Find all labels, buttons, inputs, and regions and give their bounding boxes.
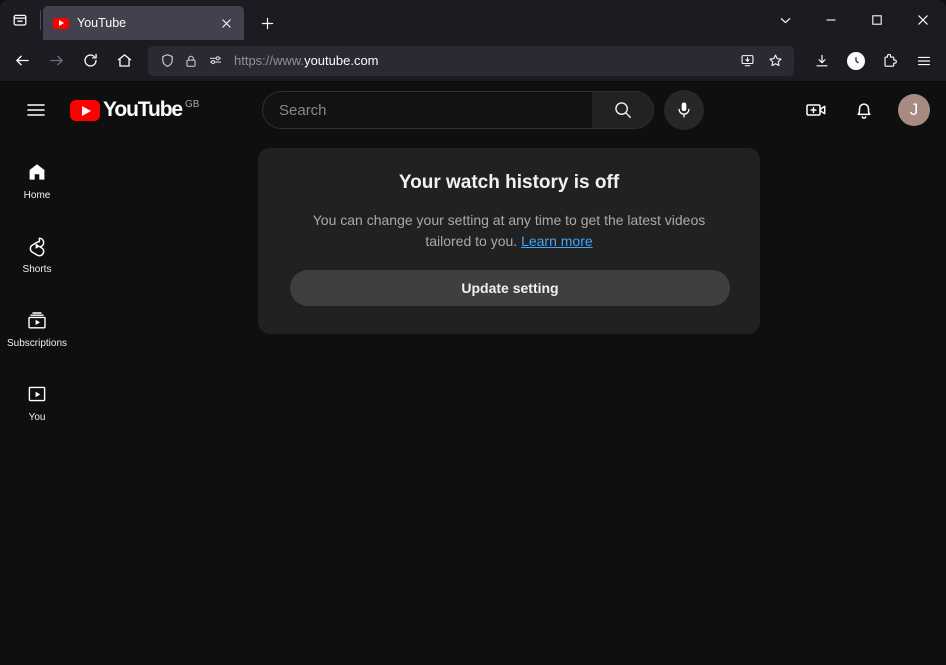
hamburger-menu-icon[interactable] <box>908 45 940 77</box>
new-tab-button[interactable] <box>252 8 282 38</box>
list-all-tabs-button[interactable] <box>768 0 802 40</box>
maximize-window-button[interactable] <box>854 0 900 40</box>
forward-button[interactable] <box>40 45 72 77</box>
youtube-logo-text: YouTube <box>103 98 182 122</box>
avatar[interactable]: J <box>898 94 930 126</box>
firefox-view-button[interactable] <box>0 0 40 40</box>
masthead-end: J <box>796 90 930 130</box>
you-icon <box>25 382 49 406</box>
download-icon[interactable] <box>806 45 838 77</box>
youtube-country-code: GB <box>185 99 199 110</box>
sidebar-item-shorts[interactable]: Shorts <box>0 218 74 292</box>
urlbar-actions <box>734 48 788 74</box>
sidebar-item-label: Home <box>24 190 51 202</box>
home-icon <box>25 160 49 184</box>
sidebar-item-subscriptions[interactable]: Subscriptions <box>0 292 74 366</box>
minimize-window-button[interactable] <box>808 0 854 40</box>
window-controls-group <box>768 0 946 40</box>
youtube-logo[interactable]: YouTube GB <box>70 98 199 122</box>
star-icon[interactable] <box>762 48 788 74</box>
close-window-button[interactable] <box>900 0 946 40</box>
create-video-icon[interactable] <box>796 90 836 130</box>
back-button[interactable] <box>6 45 38 77</box>
youtube-page: YouTube GB <box>0 82 946 665</box>
update-setting-button[interactable]: Update setting <box>290 270 730 306</box>
masthead-start: YouTube GB <box>16 90 216 130</box>
search-area <box>262 90 704 130</box>
sidebar-item-label: Shorts <box>23 264 52 276</box>
learn-more-link[interactable]: Learn more <box>521 233 593 249</box>
url-scheme: https://www. <box>234 53 304 68</box>
sidebar-item-label: You <box>29 412 46 424</box>
reload-button[interactable] <box>74 45 106 77</box>
history-account-icon[interactable] <box>840 45 872 77</box>
clock-icon <box>847 52 865 70</box>
youtube-body: Home Shorts <box>0 138 946 665</box>
tabstrip-divider <box>40 10 41 30</box>
sidebar-item-label: Subscriptions <box>7 338 67 350</box>
youtube-play-icon <box>70 100 100 121</box>
home-button[interactable] <box>108 45 140 77</box>
mini-guide-sidebar: Home Shorts <box>0 138 74 665</box>
browser-window: YouTube <box>0 0 946 665</box>
firefox-view-icon <box>12 12 28 28</box>
card-description: You can change your setting at any time … <box>290 210 728 252</box>
permissions-icon[interactable] <box>204 50 226 72</box>
card-title: Your watch history is off <box>290 172 728 194</box>
close-tab-icon[interactable] <box>216 13 236 33</box>
voice-search-button[interactable] <box>664 90 704 130</box>
guide-menu-button[interactable] <box>16 90 56 130</box>
card-description-text: You can change your setting at any time … <box>313 212 706 249</box>
shorts-icon <box>25 234 49 258</box>
subscriptions-icon <box>25 308 49 332</box>
navigation-toolbar: https://www.youtube.com <box>0 40 946 82</box>
tab-strip: YouTube <box>0 0 946 40</box>
content-area: Your watch history is off You can change… <box>74 138 946 665</box>
url-bar[interactable]: https://www.youtube.com <box>148 46 794 76</box>
watch-history-card: Your watch history is off You can change… <box>258 148 760 334</box>
search-button[interactable] <box>592 91 654 129</box>
sidebar-item-you[interactable]: You <box>0 366 74 440</box>
save-page-icon[interactable] <box>734 48 760 74</box>
notifications-icon[interactable] <box>844 90 884 130</box>
search-group <box>262 91 654 129</box>
youtube-favicon <box>53 15 69 31</box>
shield-icon[interactable] <box>156 50 178 72</box>
url-host: youtube.com <box>304 53 378 68</box>
browser-tab-youtube[interactable]: YouTube <box>43 6 244 40</box>
toolbar-end-group <box>806 45 940 77</box>
search-input[interactable] <box>262 91 592 129</box>
tab-title: YouTube <box>77 16 208 30</box>
sidebar-item-home[interactable]: Home <box>0 144 74 218</box>
url-text[interactable]: https://www.youtube.com <box>234 53 732 68</box>
extensions-icon[interactable] <box>874 45 906 77</box>
padlock-icon[interactable] <box>180 50 202 72</box>
youtube-masthead: YouTube GB <box>0 82 946 138</box>
